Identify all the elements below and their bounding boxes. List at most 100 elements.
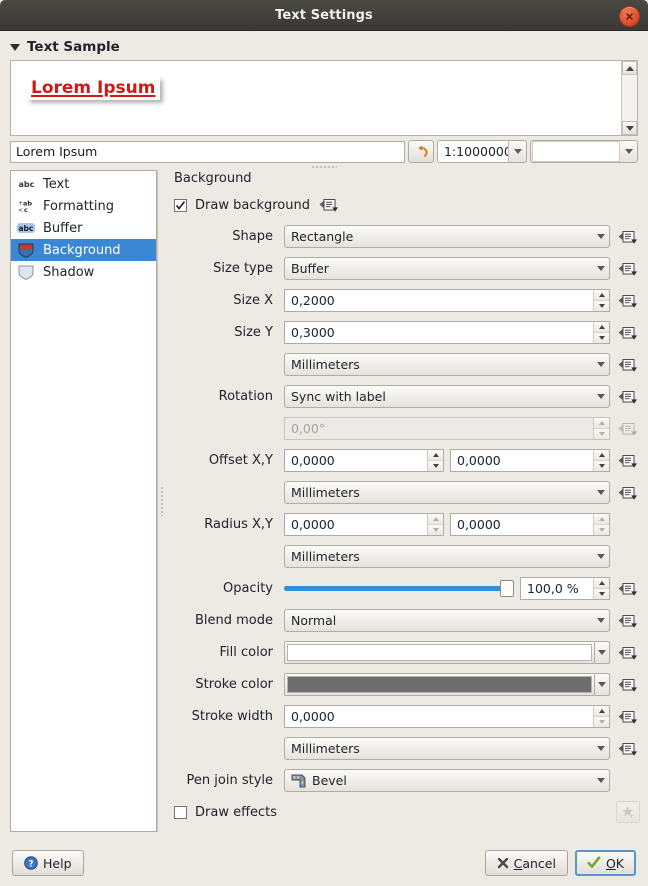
size-y-spinbox[interactable]: 0,3000: [284, 321, 610, 344]
offset-units-value: Millimeters: [285, 485, 592, 500]
size-type-combo[interactable]: Buffer: [284, 257, 610, 280]
stroke-width-spinbox[interactable]: 0,0000: [284, 705, 610, 728]
size-units-combo[interactable]: Millimeters: [284, 353, 610, 376]
stepper-up-icon[interactable]: [594, 322, 609, 333]
size-y-stepper[interactable]: [593, 322, 609, 343]
slider-handle[interactable]: [500, 580, 514, 597]
shape-combo[interactable]: Rectangle: [284, 225, 610, 248]
star-effects-icon[interactable]: r: [616, 801, 640, 823]
preview-scrollbar[interactable]: [621, 61, 637, 135]
scroll-up-icon[interactable]: [622, 61, 637, 75]
offset-y-stepper[interactable]: [593, 450, 609, 471]
scale-combo[interactable]: 1:1000000: [437, 140, 527, 163]
size-x-spinbox[interactable]: 0,2000: [284, 289, 610, 312]
help-button-label: Help: [43, 856, 72, 871]
pen-join-style-combo[interactable]: Bevel: [284, 769, 610, 792]
opacity-slider[interactable]: [284, 577, 514, 600]
opacity-stepper[interactable]: [593, 578, 609, 599]
stepper-down-icon[interactable]: [594, 589, 609, 599]
sample-style-combo[interactable]: [530, 140, 638, 163]
data-defined-override-icon[interactable]: [616, 226, 640, 248]
draw-effects-checkbox[interactable]: [174, 806, 187, 819]
sidebar-item-label: Shadow: [43, 265, 94, 280]
sidebar-item-label: Formatting: [43, 199, 114, 214]
data-defined-override-icon[interactable]: [616, 642, 640, 664]
stepper-up-icon[interactable]: [594, 450, 609, 461]
data-defined-override-icon[interactable]: [616, 674, 640, 696]
stepper-up-icon[interactable]: [594, 514, 609, 525]
dialog-button-bar: ? Help Cancel OK: [0, 840, 648, 886]
stepper-up-icon[interactable]: [594, 706, 609, 717]
stroke-width-stepper[interactable]: [593, 706, 609, 727]
size-x-stepper[interactable]: [593, 290, 609, 311]
stepper-down-icon[interactable]: [428, 461, 443, 471]
stroke-color-dropdown-icon[interactable]: [595, 673, 610, 696]
data-defined-override-icon[interactable]: [616, 322, 640, 344]
rotation-combo[interactable]: Sync with label: [284, 385, 610, 408]
vertical-splitter[interactable]: [157, 170, 165, 832]
offset-x-stepper[interactable]: [427, 450, 443, 471]
data-defined-override-icon[interactable]: [616, 578, 640, 600]
sidebar-item-shadow[interactable]: Shadow: [11, 261, 156, 283]
data-defined-override-icon[interactable]: [616, 482, 640, 504]
sidebar-item-text[interactable]: abc Text: [11, 173, 156, 195]
stepper-up-icon[interactable]: [428, 514, 443, 525]
title-bar: Text Settings: [0, 0, 648, 31]
revert-icon[interactable]: [408, 140, 434, 163]
stepper-up-icon[interactable]: [594, 290, 609, 301]
cancel-button[interactable]: Cancel: [485, 850, 568, 876]
stroke-color-button[interactable]: [284, 673, 595, 696]
data-defined-override-icon[interactable]: [616, 290, 640, 312]
close-icon[interactable]: [619, 6, 640, 27]
data-defined-override-icon[interactable]: [616, 738, 640, 760]
stroke-units-combo[interactable]: Millimeters: [284, 737, 610, 760]
fill-color-dropdown-icon[interactable]: [595, 641, 610, 664]
offset-row: Offset X,Y 0,0000 0,0000: [174, 449, 640, 472]
offset-x-value: 0,0000: [285, 453, 427, 468]
stepper-down-icon[interactable]: [428, 525, 443, 535]
sidebar-item-buffer[interactable]: abc Buffer: [11, 217, 156, 239]
stepper-down-icon: [594, 429, 609, 439]
chevron-down-icon: [592, 746, 609, 751]
radius-units-combo[interactable]: Millimeters: [284, 545, 610, 568]
ok-button[interactable]: OK: [575, 850, 636, 876]
radius-x-stepper[interactable]: [427, 514, 443, 535]
shape-value: Rectangle: [285, 229, 592, 244]
scrollbar-track[interactable]: [622, 75, 637, 121]
fill-color-button[interactable]: [284, 641, 595, 664]
data-defined-override-icon[interactable]: [616, 386, 640, 408]
offset-y-spinbox[interactable]: 0,0000: [450, 449, 610, 472]
stepper-down-icon[interactable]: [594, 525, 609, 535]
radius-x-spinbox[interactable]: 0,0000: [284, 513, 444, 536]
data-defined-override-icon[interactable]: [616, 354, 640, 376]
offset-x-spinbox[interactable]: 0,0000: [284, 449, 444, 472]
horizontal-splitter[interactable]: [0, 163, 648, 170]
data-defined-override-icon[interactable]: [616, 706, 640, 728]
stepper-up-icon[interactable]: [594, 578, 609, 589]
offset-units-combo[interactable]: Millimeters: [284, 481, 610, 504]
data-defined-override-icon[interactable]: [318, 194, 342, 216]
blend-mode-combo[interactable]: Normal: [284, 609, 610, 632]
sidebar-item-background[interactable]: Background: [11, 239, 156, 261]
stepper-up-icon[interactable]: [428, 450, 443, 461]
sample-text-input[interactable]: Lorem Ipsum: [10, 141, 405, 163]
help-button[interactable]: ? Help: [12, 850, 84, 876]
stepper-down-icon[interactable]: [594, 333, 609, 343]
data-defined-override-icon[interactable]: [616, 258, 640, 280]
text-sample-section-header[interactable]: Text Sample: [0, 31, 648, 60]
opacity-spinbox[interactable]: 100,0 %: [520, 577, 610, 600]
radius-y-spinbox[interactable]: 0,0000: [450, 513, 610, 536]
draw-background-checkbox[interactable]: [174, 199, 187, 212]
data-defined-override-icon[interactable]: [616, 450, 640, 472]
check-icon: [587, 856, 601, 870]
stepper-down-icon[interactable]: [594, 717, 609, 727]
stepper-down-icon[interactable]: [594, 301, 609, 311]
sidebar-item-formatting[interactable]: + ab < c Formatting: [11, 195, 156, 217]
stepper-down-icon[interactable]: [594, 461, 609, 471]
page-title: Background: [174, 171, 640, 186]
data-defined-override-icon[interactable]: [616, 610, 640, 632]
chevron-down-icon: [592, 554, 609, 559]
radius-y-stepper[interactable]: [593, 514, 609, 535]
scroll-down-icon[interactable]: [622, 121, 637, 135]
size-units-row: Millimeters: [174, 353, 640, 376]
